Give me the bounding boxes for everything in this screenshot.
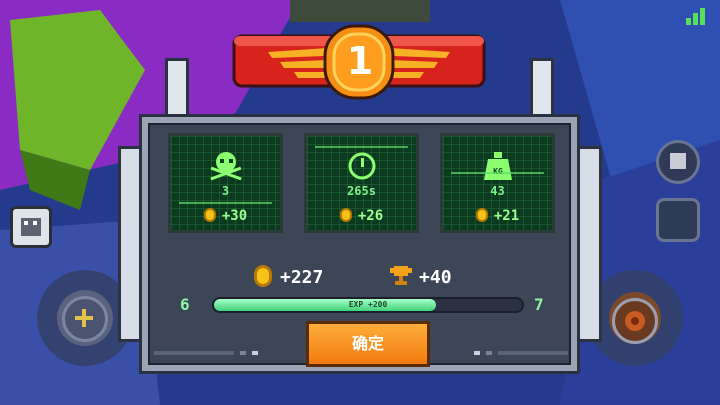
empty-slot-button[interactable]	[656, 198, 700, 242]
stat-card-weight: KG 43 +21	[440, 133, 555, 233]
coin-icon	[339, 208, 352, 222]
cube-menu-button[interactable]	[10, 206, 52, 248]
signal-icon	[684, 6, 708, 26]
clock-icon	[348, 152, 375, 180]
fire-button[interactable]	[612, 298, 658, 344]
total-rewards: +227 +40	[254, 265, 494, 291]
next-level: 7	[534, 295, 544, 314]
weight-reward: +21	[443, 208, 552, 224]
trophy-icon	[390, 266, 413, 285]
panel-scroll-marks	[154, 351, 569, 357]
weight-value: 43	[490, 184, 505, 198]
coin-icon	[203, 208, 216, 222]
gear-icon	[625, 311, 645, 331]
rank-number: 1	[346, 39, 374, 83]
panel-pipe-right	[530, 58, 554, 122]
exp-label: EXP +200	[348, 300, 388, 309]
skull-icon	[209, 152, 242, 181]
players-icon	[670, 153, 686, 169]
results-panel-inner: 3 +30 265s +26 KG 43 +21 +227	[148, 123, 571, 367]
kills-reward: +30	[171, 208, 280, 224]
team-button[interactable]	[656, 140, 700, 184]
kills-value: 3	[221, 184, 230, 198]
stat-card-kills: 3 +30	[168, 133, 283, 233]
results-panel: 3 +30 265s +26 KG 43 +21 +227	[139, 114, 580, 374]
current-level: 6	[180, 295, 190, 314]
panel-pipe-left	[165, 58, 189, 122]
coin-icon	[475, 208, 488, 222]
confirm-button[interactable]: 确定	[306, 321, 430, 367]
cube-icon	[21, 218, 41, 236]
plus-icon	[75, 309, 93, 327]
stat-card-time: 265s +26	[304, 133, 419, 233]
total-coins: +227	[280, 267, 324, 288]
total-trophies: +40	[419, 267, 452, 288]
time-reward: +26	[307, 208, 416, 224]
time-value: 265s	[347, 184, 376, 198]
plus-joystick-button[interactable]	[62, 296, 108, 342]
level-progress: 6 EXP +200 7	[180, 295, 550, 317]
coin-icon	[254, 265, 272, 287]
exp-bar: EXP +200	[212, 297, 524, 313]
weight-icon: KG	[483, 152, 512, 180]
